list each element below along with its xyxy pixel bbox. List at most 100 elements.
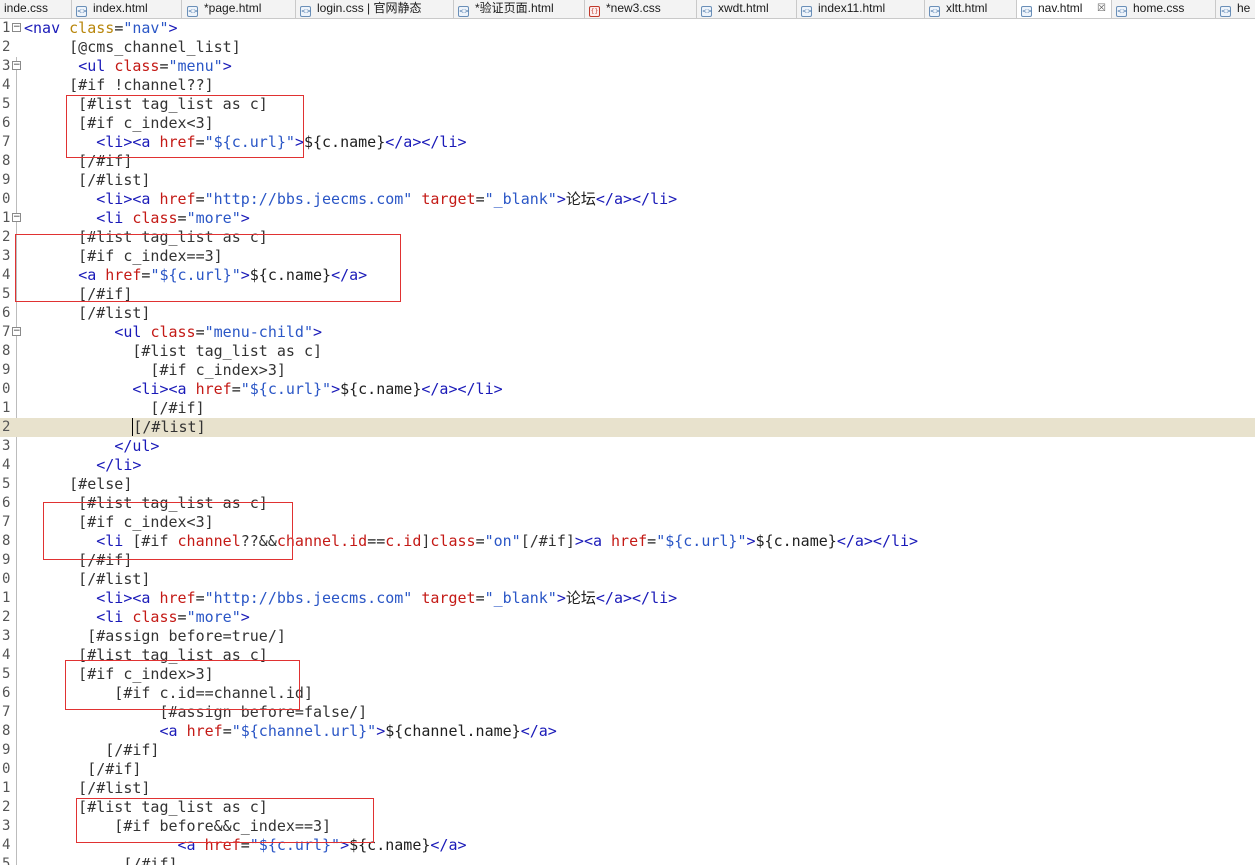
code-line[interactable]: 0 [/#list]	[0, 570, 1255, 589]
code-line[interactable]: 2 [@cms_channel_list]	[0, 38, 1255, 57]
code-line[interactable]: 3− <ul class="menu">	[0, 57, 1255, 76]
code-token: href	[159, 133, 196, 151]
line-number: 5	[2, 856, 11, 865]
code-token: </a>	[430, 836, 467, 854]
code-line[interactable]: 7 [#assign before=false/]	[0, 703, 1255, 722]
tab-4[interactable]: <> login.css | 官网静态	[296, 0, 454, 18]
code-line[interactable]: 2 [#list tag_list as c]	[0, 228, 1255, 247]
line-number: 0	[2, 761, 11, 777]
code-line[interactable]: 4 [#if !channel??]	[0, 76, 1255, 95]
code-line[interactable]: 6 [#if c.id==channel.id]	[0, 684, 1255, 703]
code-line[interactable]: 7 <li><a href="${c.url}">${c.name}</a></…	[0, 133, 1255, 152]
code-token: ${c.name}	[303, 133, 386, 151]
code-token: =	[475, 190, 485, 208]
code-line[interactable]: 0 <li><a href="http://bbs.jeecms.com" ta…	[0, 190, 1255, 209]
code-token: </ul>	[114, 437, 160, 455]
code-token: [#if c_index<3]	[24, 513, 214, 531]
tab-12[interactable]: <> he	[1216, 0, 1255, 18]
line-number: 6	[2, 305, 11, 321]
tab-5[interactable]: <> *验证页面.html	[454, 0, 585, 18]
code-line[interactable]: 2 <li class="more">	[0, 608, 1255, 627]
code-line[interactable]: 8 <li [#if channel??&&channel.id==c.id]c…	[0, 532, 1255, 551]
fold-toggle-icon[interactable]: −	[12, 61, 21, 70]
code-token: [	[132, 418, 143, 436]
code-line[interactable]: 6 [#if c_index<3]	[0, 114, 1255, 133]
code-line[interactable]: 1− <nav class="nav">	[0, 19, 1255, 38]
code-line[interactable]: 5 [#if c_index>3]	[0, 665, 1255, 684]
code-token: [/#if]	[24, 285, 133, 303]
fold-toggle-icon[interactable]: −	[12, 327, 21, 336]
line-number: 9	[2, 552, 11, 568]
code-line[interactable]: 8 [/#if]	[0, 152, 1255, 171]
code-line[interactable]: 3 [#if c_index==3]	[0, 247, 1255, 266]
code-line[interactable]: 5 [#list tag_list as c]	[0, 95, 1255, 114]
code-line[interactable]: 7 [#if c_index<3]	[0, 513, 1255, 532]
code-line[interactable]: 3 </ul>	[0, 437, 1255, 456]
code-line[interactable]: 2 [/#list]	[0, 418, 1255, 437]
tab-label: xltt.html	[946, 1, 988, 15]
code-line[interactable]: 1− <li class="more">	[0, 209, 1255, 228]
tab-label: index.html	[93, 1, 148, 15]
code-line[interactable]: 1 [/#if]	[0, 399, 1255, 418]
tab-9[interactable]: <> xltt.html	[925, 0, 1017, 18]
code-line[interactable]: 4 </li>	[0, 456, 1255, 475]
code-editor[interactable]: 1− <nav class="nav"> 2 [@cms_channel_list]…	[0, 19, 1255, 865]
code-token: <li><a	[96, 589, 160, 607]
code-line[interactable]: 9 [/#if]	[0, 741, 1255, 760]
code-line[interactable]: 5 [#else]	[0, 475, 1255, 494]
code-token: </a></li>	[421, 380, 503, 398]
code-token: =	[222, 722, 232, 740]
html-file-icon: <>	[929, 6, 941, 17]
line-number: 5	[2, 476, 11, 492]
code-line[interactable]: 4 <a href="${c.url}">${c.name}</a>	[0, 836, 1255, 855]
code-text: [/#if]	[24, 152, 132, 171]
html-file-icon: <>	[300, 6, 312, 17]
tab-11[interactable]: <> home.css	[1112, 0, 1216, 18]
code-token: >	[556, 589, 566, 607]
code-line[interactable]: 3 [#if before&&c_index==3]	[0, 817, 1255, 836]
code-line[interactable]: 5 [/#if]	[0, 285, 1255, 304]
tab-1[interactable]: inde.css	[0, 0, 72, 18]
tab-2[interactable]: <> index.html	[72, 0, 182, 18]
code-token: =	[177, 209, 187, 227]
fold-toggle-icon[interactable]: −	[12, 23, 21, 32]
code-line[interactable]: 6 [/#list]	[0, 304, 1255, 323]
line-number: 8	[2, 533, 11, 549]
code-line[interactable]: 0 <li><a href="${c.url}">${c.name}</a></…	[0, 380, 1255, 399]
code-text: [#if c_index>3]	[24, 361, 285, 380]
code-line[interactable]: 5 [/#if]	[0, 855, 1255, 865]
code-line[interactable]: 9 [/#if]	[0, 551, 1255, 570]
tab-8[interactable]: <> index11.html	[797, 0, 925, 18]
code-token: 论坛	[565, 589, 596, 607]
code-token: >	[168, 19, 178, 37]
close-tab-icon[interactable]: ☒	[1097, 0, 1106, 17]
tab-10[interactable]: <> nav.html ☒	[1017, 0, 1112, 18]
code-line[interactable]: 2 [#list tag_list as c]	[0, 798, 1255, 817]
line-number: 7	[2, 514, 11, 530]
code-text: [#list tag_list as c]	[24, 798, 268, 817]
code-line[interactable]: 7− <ul class="menu-child">	[0, 323, 1255, 342]
html-file-icon: <>	[1021, 6, 1033, 17]
code-line[interactable]: 8 [#list tag_list as c]	[0, 342, 1255, 361]
code-token: <li	[96, 209, 133, 227]
code-line[interactable]: 3 [#assign before=true/]	[0, 627, 1255, 646]
code-line[interactable]: 6 [#list tag_list as c]	[0, 494, 1255, 513]
line-number: 2	[2, 799, 11, 815]
code-line[interactable]: 4 <a href="${c.url}">${c.name}</a>	[0, 266, 1255, 285]
code-line[interactable]: 4 [#list tag_list as c]	[0, 646, 1255, 665]
code-text: [#list tag_list as c]	[24, 95, 268, 114]
code-text: </ul>	[24, 437, 159, 456]
code-line[interactable]: 1 <li><a href="http://bbs.jeecms.com" ta…	[0, 589, 1255, 608]
tab-6[interactable]: {} *new3.css	[585, 0, 697, 18]
fold-toggle-icon[interactable]: −	[12, 213, 21, 222]
code-line[interactable]: 9 [/#list]	[0, 171, 1255, 190]
code-line[interactable]: 0 [/#if]	[0, 760, 1255, 779]
code-line[interactable]: 9 [#if c_index>3]	[0, 361, 1255, 380]
code-line[interactable]: 1 [/#list]	[0, 779, 1255, 798]
tab-7[interactable]: <> xwdt.html	[697, 0, 797, 18]
tab-3[interactable]: <> *page.html	[183, 0, 296, 18]
code-text: <li><a href="${c.url}">${c.name}</a></li…	[24, 133, 466, 152]
code-line[interactable]: 8 <a href="${channel.url}">${channel.nam…	[0, 722, 1255, 741]
